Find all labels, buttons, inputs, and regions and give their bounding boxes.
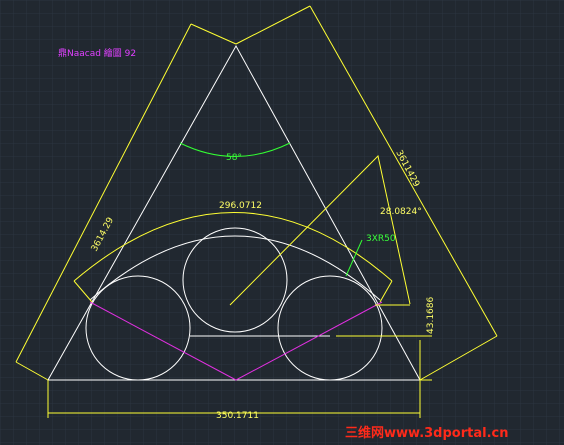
cad-drawing-canvas[interactable]: 鼎Naacad 繪圖 92 3614.29 3611429 58° 296.07… — [0, 0, 564, 445]
height-dimension[interactable]: 43.1686 — [426, 297, 436, 334]
arc-angle-dimension[interactable]: 28.0824° — [380, 207, 422, 217]
drawing-note[interactable]: 鼎Naacad 繪圖 92 — [58, 47, 136, 59]
base-dimension[interactable]: 350.1711 — [216, 411, 259, 421]
apex-angle-dimension[interactable]: 58° — [226, 153, 242, 163]
grid-background — [0, 0, 564, 445]
arc-length-dimension[interactable]: 296.0712 — [219, 201, 262, 211]
radius-dimension[interactable]: 3XR50 — [366, 234, 396, 244]
watermark: 三维网www.3dportal.cn — [345, 425, 508, 441]
drawing-svg[interactable]: 鼎Naacad 繪圖 92 3614.29 3611429 58° 296.07… — [0, 0, 564, 445]
